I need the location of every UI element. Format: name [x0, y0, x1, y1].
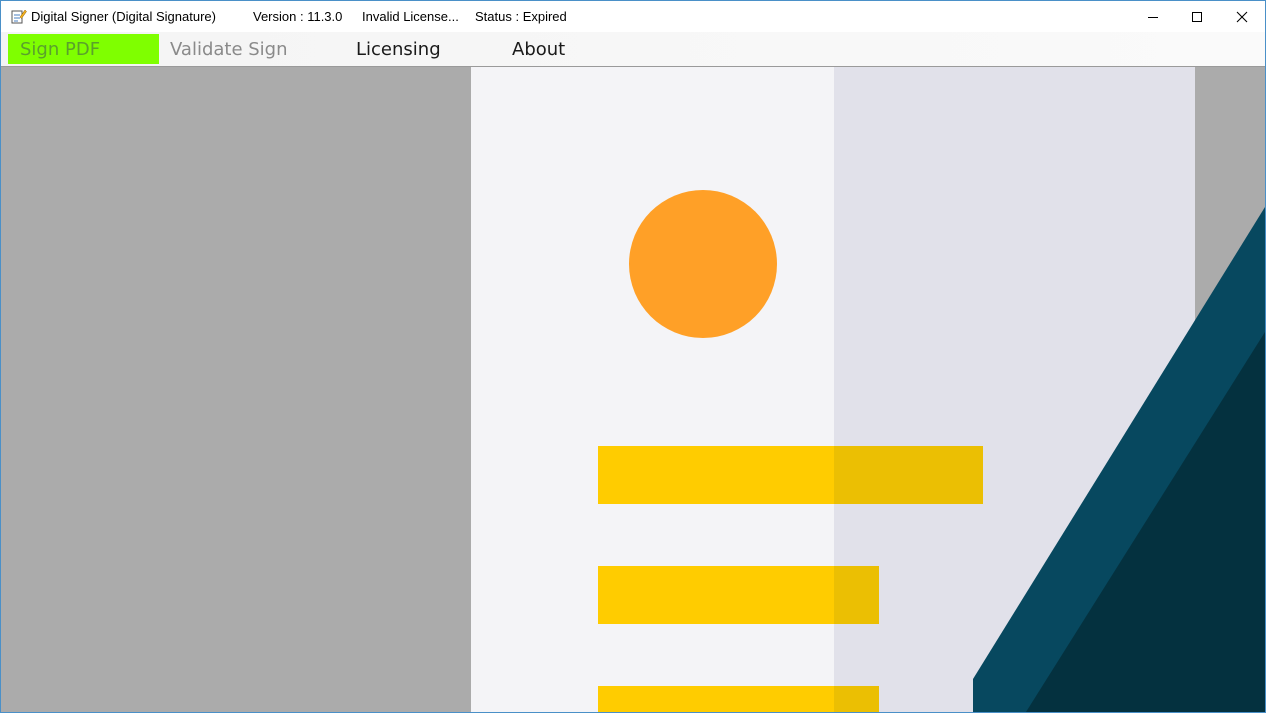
yellow-bar-3	[598, 686, 834, 712]
yellow-bar-2-shade	[834, 566, 879, 624]
status-label: Status : Expired	[475, 9, 567, 24]
minimize-icon	[1148, 16, 1158, 18]
maximize-icon	[1192, 11, 1202, 22]
menu-bar: Sign PDF Validate Sign Licensing About	[1, 32, 1265, 66]
menu-licensing[interactable]: Licensing	[356, 34, 441, 64]
version-label: Version : 11.3.0	[253, 9, 343, 24]
app-window: Digital Signer (Digital Signature) Versi…	[0, 0, 1266, 713]
window-title: Digital Signer (Digital Signature)	[31, 9, 216, 24]
yellow-bar-3-shade	[834, 686, 879, 712]
menu-validate-sign[interactable]: Validate Sign	[170, 34, 288, 64]
maximize-button[interactable]	[1174, 1, 1220, 32]
menu-sign-pdf[interactable]: Sign PDF	[8, 34, 159, 64]
menu-about[interactable]: About	[512, 34, 565, 64]
content-area	[1, 67, 1265, 712]
yellow-bar-2	[598, 566, 834, 624]
yellow-bar-1-shade	[834, 446, 983, 504]
notepad-pencil-icon	[11, 9, 27, 24]
document-signing-illustration	[471, 67, 1265, 712]
orange-circle	[629, 190, 777, 338]
minimize-button[interactable]	[1130, 1, 1176, 32]
yellow-bar-1	[598, 446, 834, 504]
title-bar[interactable]: Digital Signer (Digital Signature) Versi…	[1, 1, 1265, 32]
close-icon	[1236, 11, 1248, 22]
license-label: Invalid License...	[362, 9, 459, 24]
close-button[interactable]	[1219, 1, 1265, 32]
